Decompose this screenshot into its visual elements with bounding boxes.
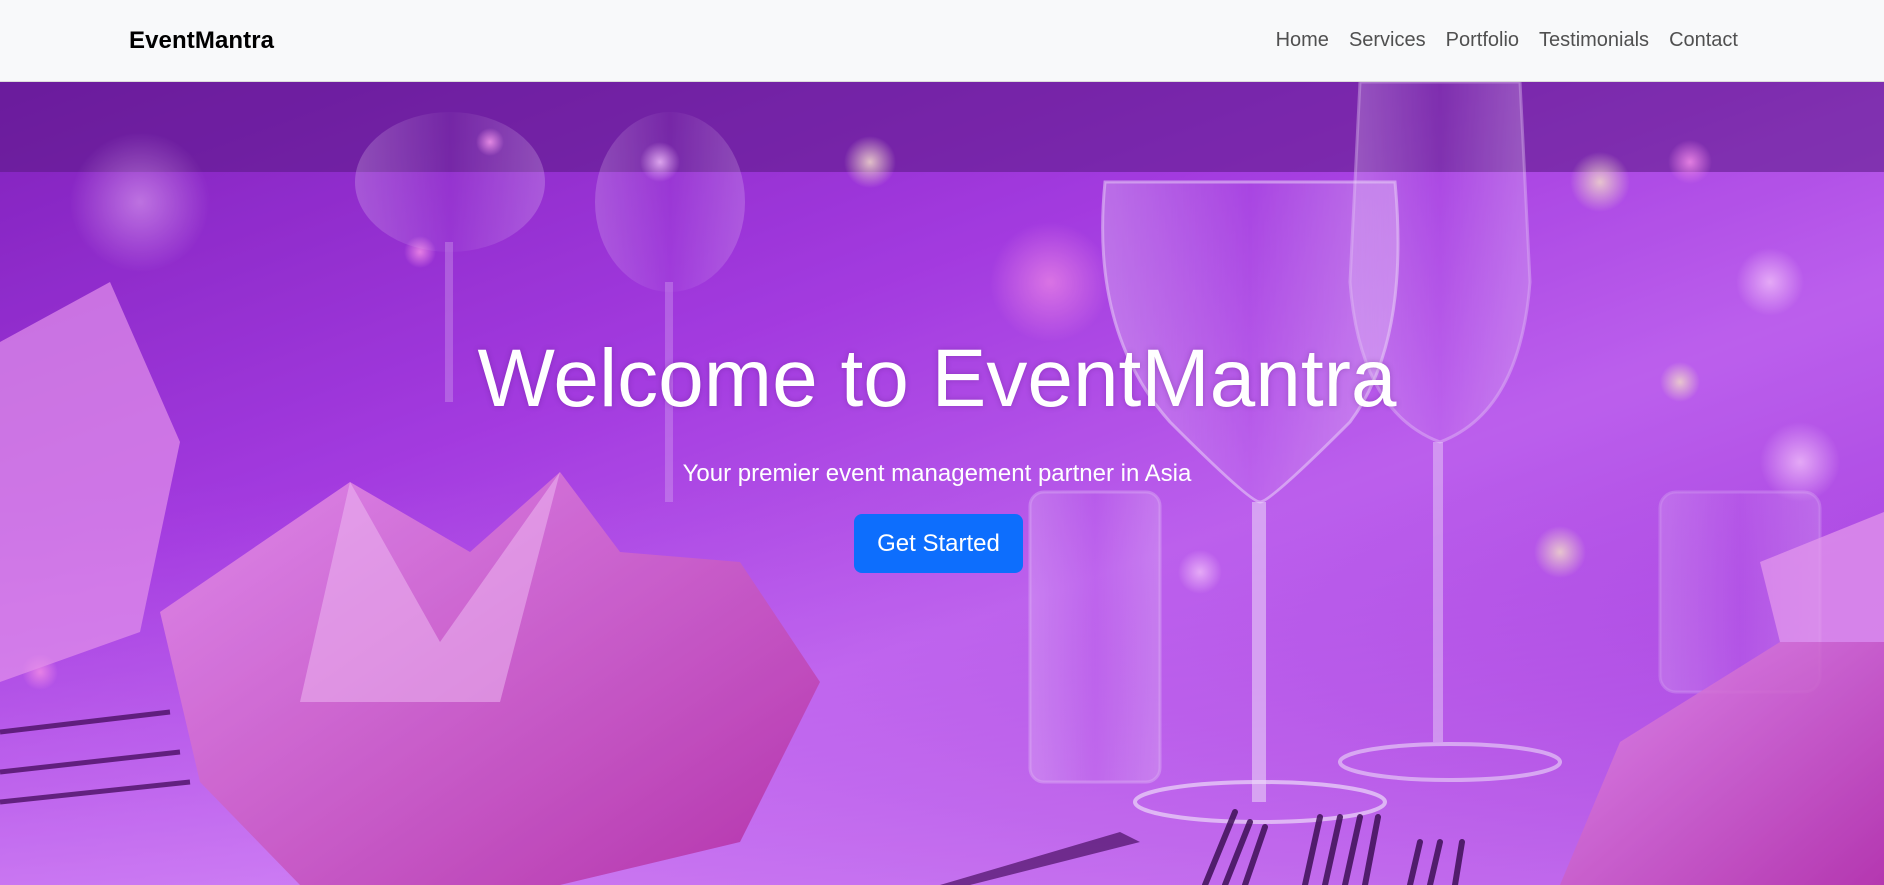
hero-title: Welcome to EventMantra — [477, 333, 1397, 424]
nav-links: Home Services Portfolio Testimonials Con… — [1276, 29, 1738, 52]
nav-link-testimonials[interactable]: Testimonials — [1539, 29, 1649, 52]
nav-link-contact[interactable]: Contact — [1669, 29, 1738, 52]
nav-link-services[interactable]: Services — [1349, 29, 1426, 52]
get-started-button[interactable]: Get Started — [854, 514, 1023, 573]
hero-content: Welcome to EventMantra Your premier even… — [0, 82, 1884, 885]
navbar: EventMantra Home Services Portfolio Test… — [0, 0, 1884, 82]
nav-link-portfolio[interactable]: Portfolio — [1446, 29, 1519, 52]
nav-link-home[interactable]: Home — [1276, 29, 1329, 52]
hero-subtitle: Your premier event management partner in… — [682, 460, 1192, 487]
brand-logo[interactable]: EventMantra — [129, 27, 274, 55]
hero-section: Welcome to EventMantra Your premier even… — [0, 82, 1884, 885]
